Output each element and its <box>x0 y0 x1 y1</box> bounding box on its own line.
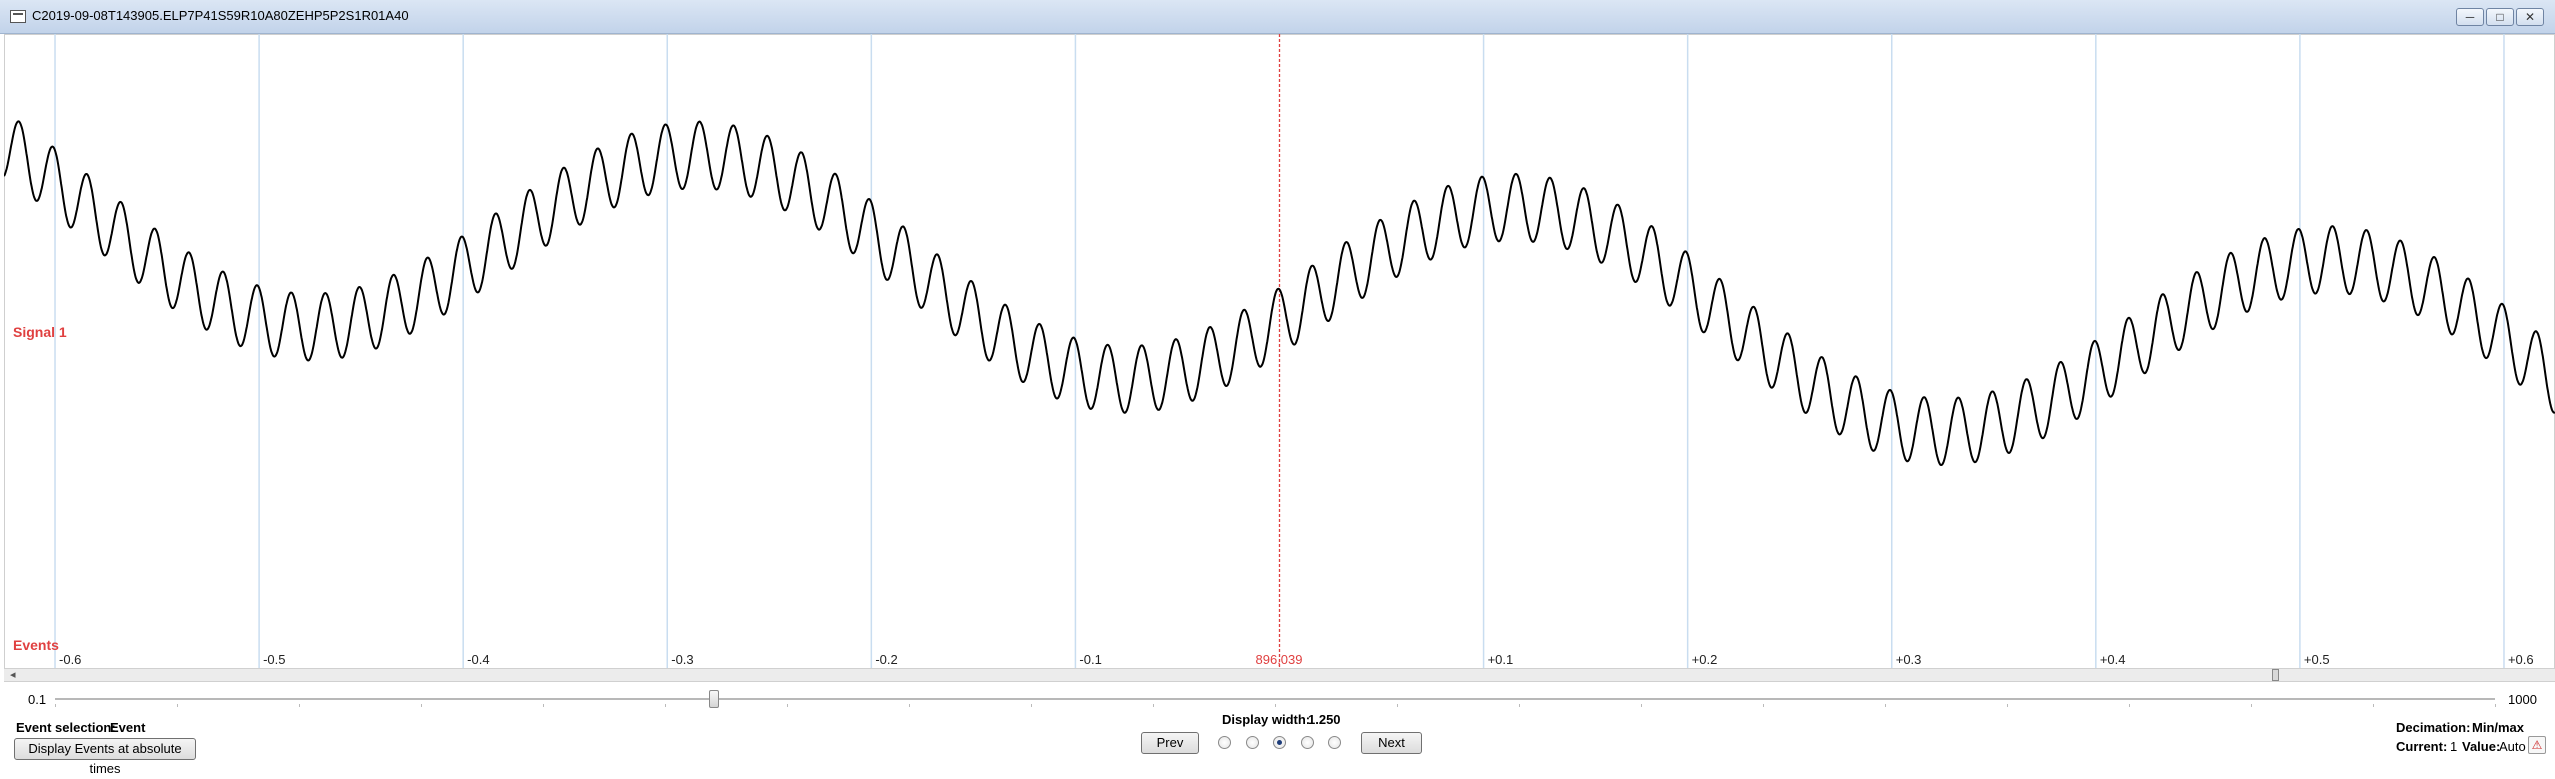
zoom-slider-row: 0.1 1000 <box>0 686 2555 712</box>
minimize-button[interactable]: ─ <box>2456 8 2484 26</box>
value-value: Auto <box>2499 739 2526 754</box>
current-label: Current: <box>2396 739 2448 754</box>
event-radio-4[interactable] <box>1300 736 1314 749</box>
zoom-tick <box>2495 704 2496 707</box>
window-title: C2019-09-08T143905.ELP7P41S59R10A80ZEHP5… <box>32 8 409 23</box>
zoom-tick <box>55 704 56 707</box>
zoom-tick <box>1763 704 1764 707</box>
zoom-tick <box>2007 704 2008 707</box>
x-tick-label: -0.6 <box>59 652 82 667</box>
zoom-tick <box>1519 704 1520 707</box>
zoom-slider-thumb[interactable] <box>708 690 719 708</box>
zoom-tick <box>299 704 300 707</box>
scroll-thumb[interactable] <box>2272 669 2279 681</box>
x-tick-label: +0.6 <box>2507 652 2534 667</box>
app-window-icon <box>10 10 26 23</box>
next-button[interactable]: Next <box>1361 732 1422 754</box>
display-width-label: Display width: <box>1222 712 1311 727</box>
current-value: 1 <box>2450 739 2458 754</box>
event-radio-5[interactable] <box>1328 736 1341 749</box>
zoom-tick <box>787 704 788 707</box>
x-tick-label: +0.3 <box>1895 652 1922 667</box>
x-tick-label: -0.5 <box>263 652 286 667</box>
prev-button[interactable]: Prev <box>1141 732 1199 754</box>
zoom-tick <box>1397 704 1398 707</box>
maximize-button[interactable]: □ <box>2486 8 2514 26</box>
decimation-label: Decimation: <box>2396 720 2471 735</box>
zoom-min-label: 0.1 <box>28 692 47 707</box>
zoom-tick <box>2373 704 2374 707</box>
zoom-tick <box>421 704 422 707</box>
zoom-tick <box>665 704 666 707</box>
x-tick-label: +0.4 <box>2099 652 2126 667</box>
zoom-tick <box>1885 704 1886 707</box>
horizontal-scrollbar[interactable]: ◂ <box>4 668 2555 682</box>
zoom-max-label: 1000 <box>2508 692 2537 707</box>
event-radio-2[interactable] <box>1245 736 1259 749</box>
title-bar: C2019-09-08T143905.ELP7P41S59R10A80ZEHP5… <box>0 0 2555 34</box>
signal-label: Signal 1 <box>13 324 67 340</box>
zoom-tick <box>543 704 544 707</box>
signal-plot[interactable] <box>4 34 2555 670</box>
display-width-value: 1.250 <box>1308 712 1341 727</box>
cursor-position-label: 896,039 <box>1255 652 1303 667</box>
event-selection-label: Event selection: <box>16 720 116 735</box>
zoom-tick <box>2251 704 2252 707</box>
zoom-tick <box>2129 704 2130 707</box>
scroll-left-icon[interactable]: ◂ <box>10 668 16 681</box>
value-label: Value: <box>2462 739 2501 754</box>
close-button[interactable]: ✕ <box>2516 8 2544 26</box>
x-tick-label: -0.4 <box>467 652 490 667</box>
x-tick-label: -0.2 <box>875 652 898 667</box>
signal-trace <box>4 120 2555 467</box>
event-selection-value: Event <box>110 720 146 735</box>
event-radio-1[interactable] <box>1218 736 1231 749</box>
zoom-tick <box>909 704 910 707</box>
zoom-slider-track[interactable] <box>55 698 2495 701</box>
warning-icon[interactable]: ⚠ <box>2528 736 2546 754</box>
zoom-tick <box>1275 704 1276 707</box>
x-tick-label: +0.2 <box>1691 652 1718 667</box>
x-tick-label: +0.1 <box>1487 652 1514 667</box>
events-label: Events <box>13 637 59 653</box>
x-tick-label: -0.3 <box>671 652 694 667</box>
zoom-tick <box>1031 704 1032 707</box>
zoom-tick <box>1641 704 1642 707</box>
x-tick-label: -0.1 <box>1079 652 1102 667</box>
decimation-value: Min/max <box>2472 720 2525 735</box>
zoom-tick <box>177 704 178 707</box>
event-radio-3[interactable] <box>1273 736 1286 749</box>
zoom-tick <box>1153 704 1154 707</box>
display-events-absolute-button[interactable]: Display Events at absolute times <box>14 738 196 776</box>
x-tick-label: +0.5 <box>2303 652 2330 667</box>
